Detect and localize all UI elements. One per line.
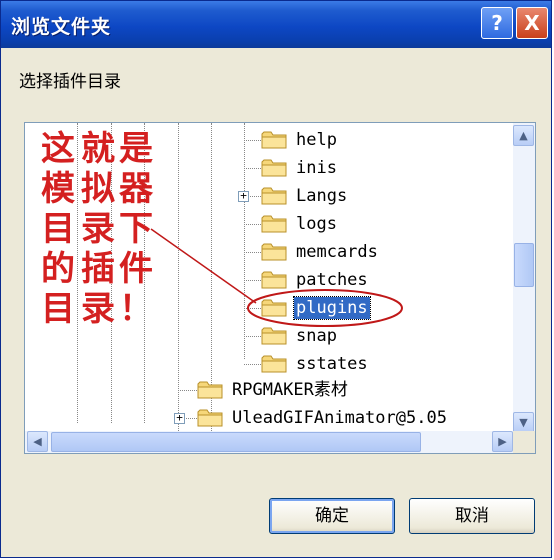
annotation-circle [247, 289, 403, 327]
annotation-arrow-line [150, 228, 257, 304]
ok-button[interactable]: 确定 [269, 498, 395, 534]
annotation-pointer [150, 228, 403, 327]
cancel-button[interactable]: 取消 [409, 498, 535, 534]
browse-folder-dialog: 浏览文件夹 ? X 选择插件目录 help inis + Langs logs memca… [0, 0, 552, 558]
